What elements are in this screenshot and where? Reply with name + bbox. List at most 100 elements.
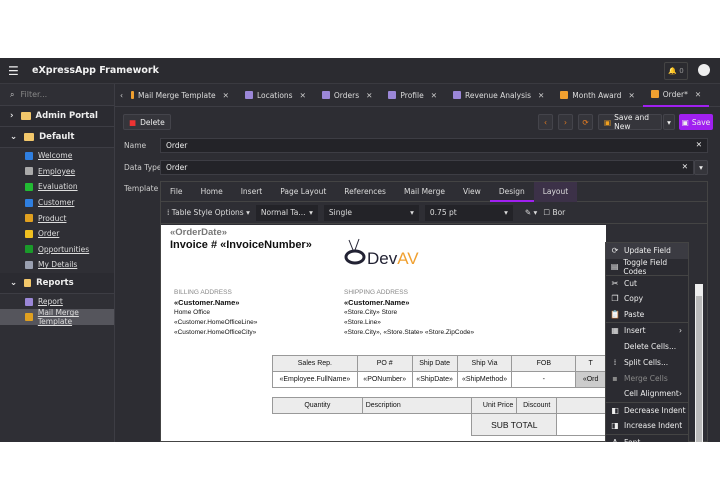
menu-item-label: Split Cells...: [624, 357, 669, 367]
line-style-select[interactable]: Single ▾: [323, 204, 419, 221]
close-icon[interactable]: ✕: [628, 91, 634, 100]
table-header-cell: T: [575, 355, 606, 372]
sidebar-item-opportunities[interactable]: Opportunities: [0, 242, 114, 258]
merge-field-cell[interactable]: «ShipDate»: [411, 371, 458, 388]
previous-button[interactable]: ‹: [538, 114, 553, 130]
font-icon: A: [610, 438, 620, 442]
tab-month-award[interactable]: Month Award ✕: [552, 84, 642, 107]
view-icon: [388, 91, 397, 99]
app-window: ☰ eXpressApp Framework 🔔 0 ⌕ Filter... › A…: [0, 58, 720, 442]
ribbon-tab-view[interactable]: View: [454, 182, 490, 202]
ribbon-tab-mail-merge[interactable]: Mail Merge: [395, 182, 454, 202]
tab-orders[interactable]: Orders ✕: [314, 84, 381, 107]
tab-profile[interactable]: Profile ✕: [380, 84, 445, 107]
group-default[interactable]: ⌄ Default: [0, 127, 114, 148]
save-and-new-button[interactable]: ▣ Save and New: [598, 113, 662, 131]
insert-icon: ▦: [611, 326, 619, 336]
close-icon[interactable]: ✕: [431, 91, 437, 100]
decrease-indent-icon: ◧: [611, 405, 619, 415]
refresh-button[interactable]: ⟳: [578, 114, 593, 130]
borders-button[interactable]: ☐ Bor: [543, 208, 565, 217]
close-icon[interactable]: ✕: [223, 91, 229, 100]
tab-order[interactable]: Order* ✕: [642, 84, 710, 107]
sidebar-item-my-details[interactable]: My Details: [0, 257, 114, 273]
menu-item-update-field[interactable]: ⟳ Update Field: [606, 243, 688, 259]
menu-item-cell-alignment[interactable]: Cell Alignment ›: [606, 386, 688, 402]
menu-item-delete-cells[interactable]: Delete Cells...: [606, 338, 688, 354]
menu-item-copy[interactable]: ❐ Copy: [606, 291, 688, 307]
close-icon[interactable]: ✕: [538, 91, 544, 100]
save-options-dropdown[interactable]: ▾: [663, 114, 675, 130]
group-label: Default: [39, 132, 75, 142]
ribbon-tab-home[interactable]: Home: [192, 182, 232, 202]
delete-label: Delete: [140, 117, 165, 127]
notifications-button[interactable]: 🔔 0: [664, 62, 688, 80]
group-reports[interactable]: ⌄ Reports: [0, 272, 114, 294]
merge-field-cell[interactable]: «Ord: [575, 371, 606, 388]
merge-field-cell[interactable]: «ShipMethod»: [456, 371, 513, 388]
data-type-dropdown[interactable]: ▾: [694, 160, 708, 175]
menu-item-merge-cells[interactable]: ▪ Merge Cells: [606, 370, 688, 386]
ribbon-tab-file[interactable]: File: [161, 182, 192, 202]
merge-field-cell[interactable]: «Employee.FullName»: [272, 371, 358, 388]
sidebar-item-customer[interactable]: Customer: [0, 195, 114, 211]
group-admin-portal[interactable]: › Admin Portal: [0, 106, 114, 127]
sidebar-item-welcome[interactable]: Welcome: [0, 148, 114, 164]
save-button[interactable]: ▣ Save: [679, 114, 713, 130]
menu-item-label: Insert: [624, 326, 646, 336]
sidebar-item-label: Welcome: [38, 151, 73, 161]
menu-item-toggle-field-codes[interactable]: ▤ Toggle Field Codes: [606, 258, 688, 276]
sidebar-item-report[interactable]: Report: [0, 294, 114, 310]
ribbon-tab-references[interactable]: References: [335, 182, 395, 202]
menu-item-insert[interactable]: ▦ Insert ›: [606, 322, 688, 338]
save-new-icon: ▣: [604, 117, 612, 127]
tab-revenue-analysis[interactable]: Revenue Analysis ✕: [445, 84, 552, 107]
table-style-select[interactable]: Normal Ta... ▾: [255, 204, 318, 221]
sidebar-item-order[interactable]: Order: [0, 226, 114, 242]
merge-field-cell[interactable]: -: [511, 371, 577, 388]
name-input[interactable]: Order ✕: [160, 138, 708, 153]
sidebar-item-label: Employee: [38, 166, 76, 176]
sidebar-item-employee[interactable]: Employee: [0, 164, 114, 180]
ribbon-tab-design[interactable]: Design: [489, 182, 534, 202]
sidebar-item-product[interactable]: Product: [0, 210, 114, 226]
pen-color-icon[interactable]: ✎ ▾: [525, 208, 537, 217]
tabs-scroll-left-icon[interactable]: ‹: [115, 91, 123, 100]
tv-logo-icon: DevAV: [344, 238, 419, 268]
menu-item-label: Cut: [624, 278, 637, 288]
next-button[interactable]: ›: [558, 114, 573, 130]
search-icon: ⌕: [10, 89, 15, 99]
user-avatar-icon[interactable]: [698, 64, 710, 76]
document-page[interactable]: «OrderDate» Invoice # «InvoiceNumber» De…: [161, 225, 606, 441]
clear-icon[interactable]: ✕: [682, 162, 688, 171]
menu-item-cut[interactable]: ✂ Cut: [606, 274, 688, 291]
ribbon-tab-page-layout[interactable]: Page Layout: [271, 182, 335, 202]
sidebar-item-mail-merge-template[interactable]: Mail Merge Template: [0, 308, 114, 326]
tab-mail-merge-template[interactable]: Mail Merge Template ✕: [123, 84, 237, 107]
menu-item-decrease-indent[interactable]: ◧ Decrease Indent: [606, 401, 688, 418]
close-icon[interactable]: ✕: [366, 91, 372, 100]
menu-item-increase-indent[interactable]: ◨ Increase Indent: [606, 418, 688, 434]
merge-field-cell[interactable]: «PONumber»: [356, 371, 413, 388]
split-cells-icon: ⁞: [613, 357, 617, 367]
hamburger-menu-icon[interactable]: ☰: [8, 64, 22, 78]
invoice-title: Invoice # «InvoiceNumber»: [170, 239, 312, 251]
document-scrollbar[interactable]: [695, 284, 703, 442]
close-icon[interactable]: ✕: [300, 91, 306, 100]
scrollbar-thumb[interactable]: [696, 296, 702, 442]
sidebar-filter-input[interactable]: ⌕ Filter...: [0, 84, 114, 106]
sidebar-item-evaluation[interactable]: Evaluation: [0, 179, 114, 195]
menu-item-paste[interactable]: 📋 Paste: [606, 307, 688, 323]
menu-item-split-cells[interactable]: ⁞ Split Cells...: [606, 354, 688, 370]
tab-locations[interactable]: Locations ✕: [237, 84, 314, 107]
delete-button[interactable]: ■ Delete: [123, 114, 171, 130]
data-type-select[interactable]: Order ✕: [160, 160, 694, 175]
close-icon[interactable]: ✕: [695, 90, 701, 99]
line-weight-select[interactable]: 0.75 pt ▾: [424, 204, 513, 221]
ribbon-tab-insert[interactable]: Insert: [232, 182, 272, 202]
ribbon-tab-layout[interactable]: Layout: [533, 181, 578, 202]
menu-item-font[interactable]: A Font...: [606, 433, 688, 442]
clear-icon[interactable]: ✕: [696, 140, 702, 149]
order-icon: [25, 229, 33, 238]
table-style-options-button[interactable]: ⁞ Table Style Options ▾: [167, 208, 250, 217]
